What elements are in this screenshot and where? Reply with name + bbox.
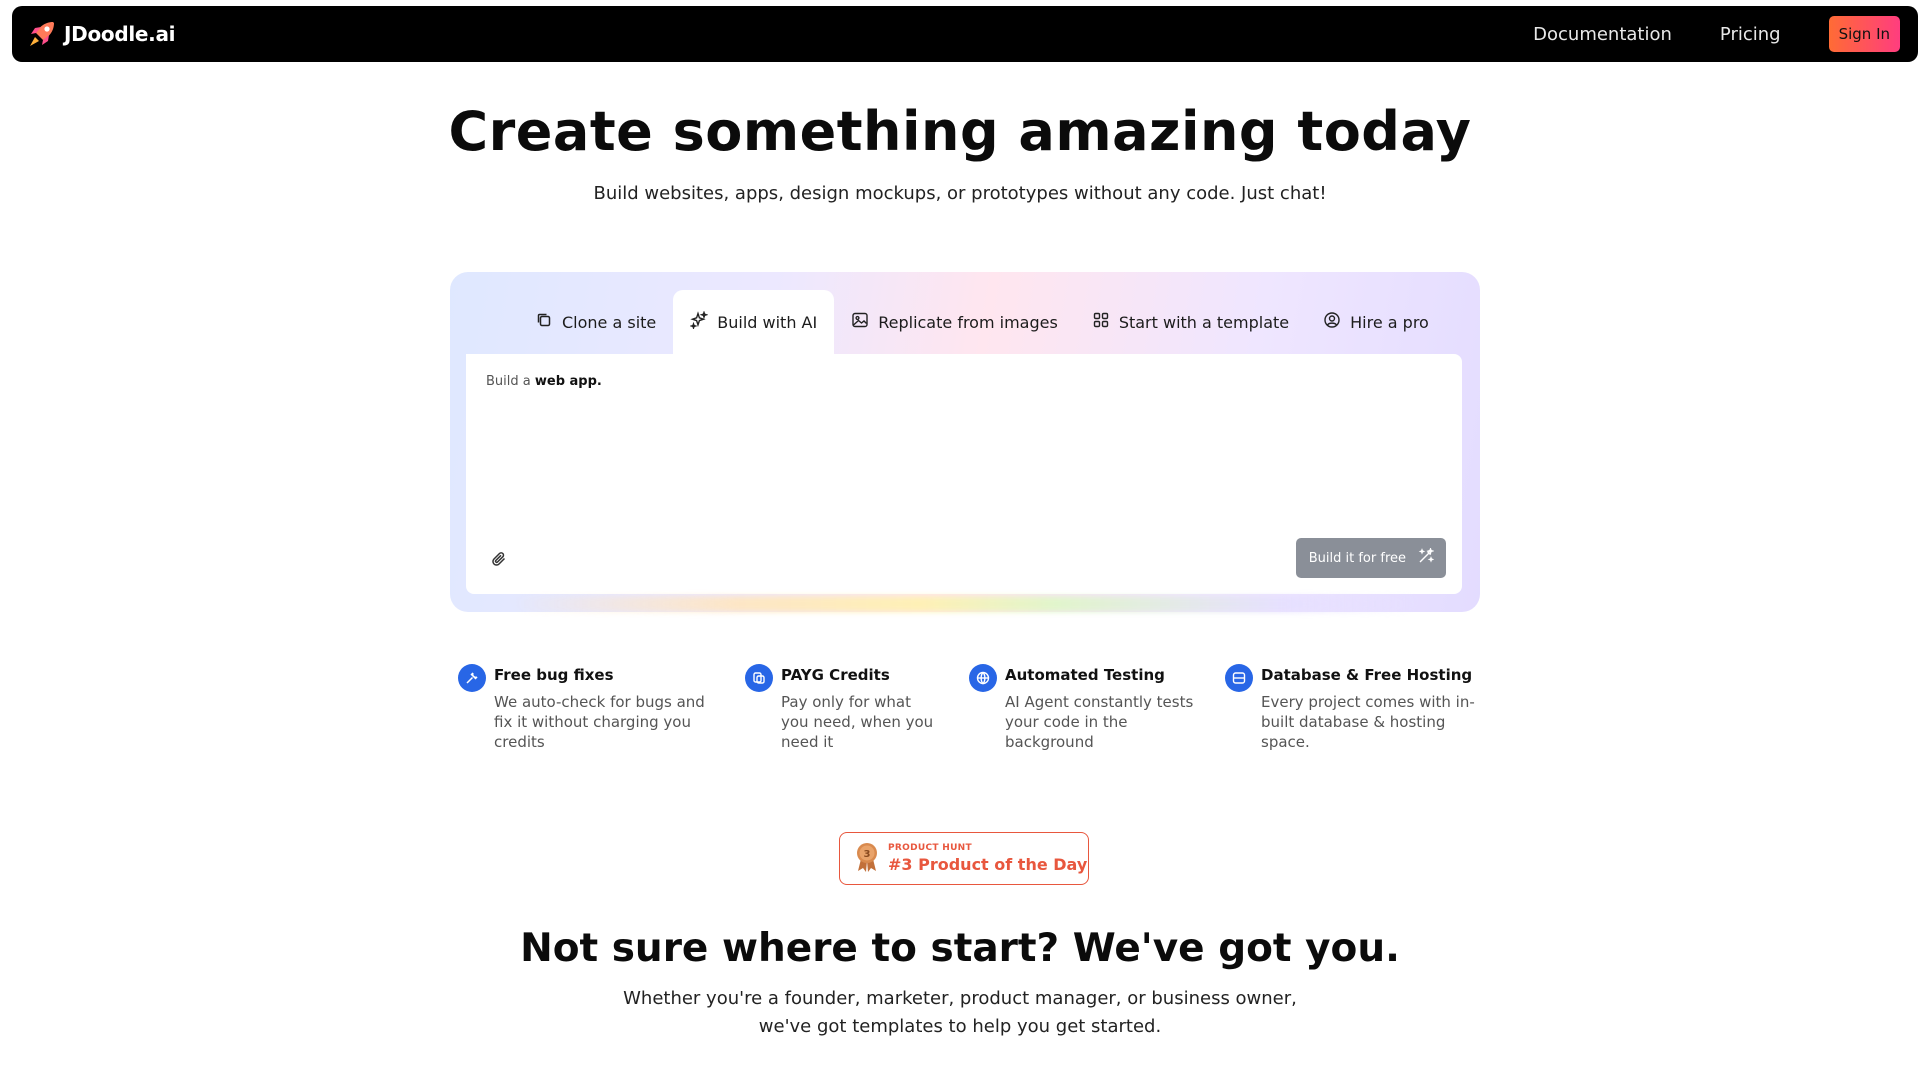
tab-label: Start with a template [1118,312,1290,332]
server-icon [1225,664,1253,692]
feature-desc: Pay only for what you need, when you nee… [781,693,934,751]
product-hunt-text: PRODUCT HUNT #3 Product of the Day [888,843,1087,874]
section-title: Not sure where to start? We've got you. [520,926,1400,971]
prompt-editor[interactable]: Build a web app. Build it for free [466,354,1462,594]
wrench-icon [458,664,486,692]
product-hunt-badge[interactable]: 3 PRODUCT HUNT #3 Product of the Day [839,832,1089,885]
magic-wand-icon [1418,546,1435,568]
tab-clone-a-site[interactable]: Clone a site [518,290,673,354]
tab-label: Replicate from images [878,312,1058,332]
feature-title: Automated Testing [1005,666,1165,684]
build-it-for-free-button[interactable]: Build it for free [1295,538,1446,578]
nav-link-documentation[interactable]: Documentation [1533,24,1672,45]
medal-rank: 3 [864,849,871,860]
feature-text: PAYG Credits Pay only for what you need,… [781,666,935,752]
brand-name: JDoodle.ai [64,22,176,46]
tab-label: Clone a site [562,312,657,332]
brand-logo-link[interactable]: JDoodle.ai [26,18,176,50]
feature-title: PAYG Credits [781,666,890,684]
feature-text: Database & Free Hosting Every project co… [1261,666,1475,752]
prompt-value: web app. [534,374,602,389]
feature-free-bug-fixes: Free bug fixes We auto-check for bugs an… [458,664,708,752]
section-subtitle-line1: Whether you're a founder, marketer, prod… [623,988,1297,1009]
section-subtitle-line2: we've got templates to help you get star… [758,1016,1162,1037]
feature-desc: We auto-check for bugs and fix it withou… [494,693,705,751]
feature-title: Database & Free Hosting [1261,666,1473,684]
feature-automated-testing: Automated Testing AI Agent constantly te… [969,664,1199,752]
coins-icon [745,664,773,692]
image-icon [851,311,869,333]
tab-hire-a-pro[interactable]: Hire a pro [1306,290,1446,354]
sign-in-button[interactable]: Sign In [1828,16,1900,52]
tab-build-with-ai[interactable]: Build with AI [673,290,835,354]
feature-desc: Every project comes with in-built databa… [1261,693,1475,751]
globe-icon [969,664,997,692]
prompt-prefix: Build a [486,374,531,389]
builder-tabs: Clone a site Build with AI Replicate fro… [518,290,1446,354]
tab-label: Build with AI [717,312,818,332]
tab-replicate-from-images[interactable]: Replicate from images [834,290,1075,354]
rocket-logo-icon [26,18,58,50]
page-title: Create something amazing today [448,100,1472,163]
paperclip-icon[interactable] [490,550,508,568]
section-subtitle: Whether you're a founder, marketer, prod… [0,985,1920,1041]
build-button-label: Build it for free [1308,550,1406,566]
feature-database-hosting: Database & Free Hosting Every project co… [1225,664,1475,752]
sparkles-icon [689,310,709,333]
product-hunt-rank: #3 Product of the Day [888,855,1088,874]
medal-icon: 3 [854,841,880,877]
product-hunt-label: PRODUCT HUNT [888,843,972,853]
grid-icon [1092,311,1110,333]
hero-subtitle: Build websites, apps, design mockups, or… [593,183,1327,204]
top-navbar: JDoodle.ai Documentation Pricing Sign In [12,6,1918,62]
feature-text: Free bug fixes We auto-check for bugs an… [494,666,708,752]
copy-icon [535,311,553,333]
tab-label: Hire a pro [1350,312,1429,332]
tab-start-with-template[interactable]: Start with a template [1075,290,1306,354]
prompt-text[interactable]: Build a web app. [486,374,602,389]
builder-card: Clone a site Build with AI Replicate fro… [450,272,1480,612]
user-circle-icon [1323,311,1341,333]
feature-title: Free bug fixes [494,666,614,684]
nav-link-pricing[interactable]: Pricing [1720,24,1781,45]
feature-desc: AI Agent constantly tests your code in t… [1005,693,1194,751]
feature-payg-credits: PAYG Credits Pay only for what you need,… [745,664,935,752]
feature-text: Automated Testing AI Agent constantly te… [1005,666,1199,752]
